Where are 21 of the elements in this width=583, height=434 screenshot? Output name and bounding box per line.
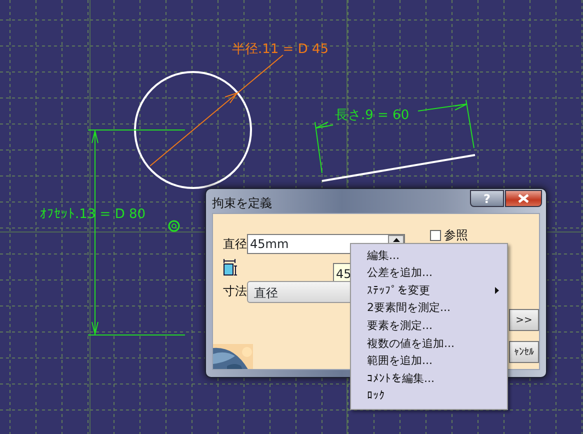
close-icon <box>518 194 529 203</box>
value-label: 直径 <box>223 236 247 253</box>
dialog-title: 拘束を定義 <box>212 195 272 212</box>
up-arrow-icon <box>392 238 400 242</box>
dimension-label: 半径.11 = D 45 <box>232 42 329 57</box>
dialog-button[interactable]: >> <box>509 309 539 331</box>
submenu-arrow-icon <box>495 287 499 294</box>
dimension-label: ｵﾌｾｯﾄ.13 = D 80 <box>40 207 146 222</box>
dimension-label: 長さ.9 = 60 <box>335 108 410 123</box>
checkbox-label: 参照 <box>444 227 468 244</box>
constraint-icon <box>168 220 180 232</box>
close-button[interactable] <box>505 190 542 207</box>
menu-item[interactable]: 範囲を追加... <box>351 352 507 370</box>
menu-item[interactable]: ｺﾒﾝﾄを編集... <box>351 370 507 388</box>
reference-checkbox[interactable] <box>430 230 441 241</box>
dimension-label: 寸法 <box>223 283 247 300</box>
dimension-icon <box>223 259 237 276</box>
menu-item[interactable]: 要素を測定... <box>351 317 507 335</box>
dialog-button[interactable]: ｬﾝｾﾙ <box>509 341 539 363</box>
menu-item[interactable]: 複数の値を追加... <box>351 334 507 353</box>
menu-item[interactable]: ﾛｯｸ <box>351 388 507 406</box>
